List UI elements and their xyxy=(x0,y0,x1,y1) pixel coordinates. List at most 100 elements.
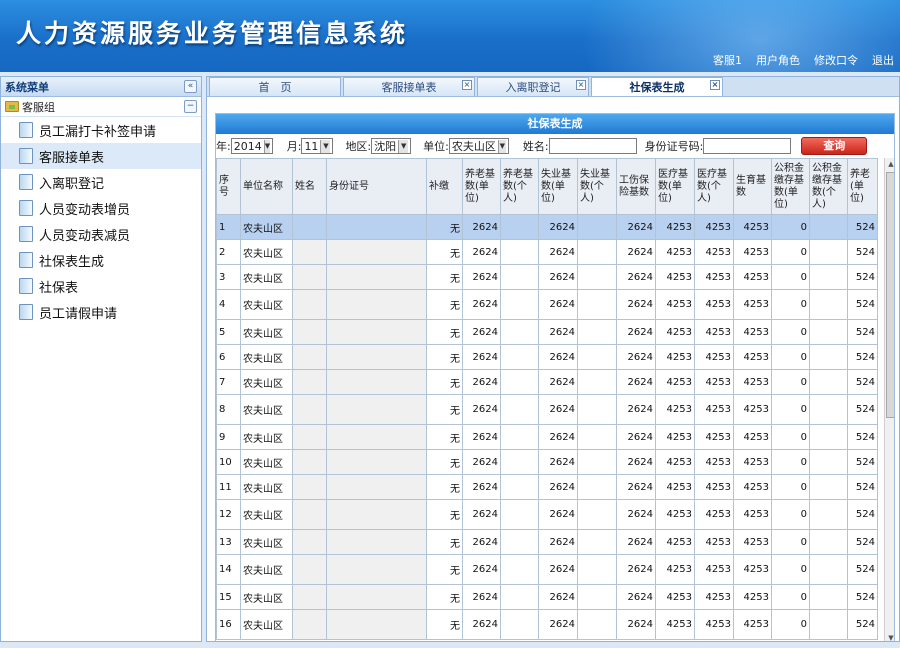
table-row[interactable]: 1 农夫山区无 2624 2624 2624 4253 4253 4253 0 524 xyxy=(216,214,878,240)
logout-link[interactable]: 退出 xyxy=(872,52,894,68)
tab[interactable]: 客服接单表 × xyxy=(343,77,475,96)
table-row[interactable]: 3 农夫山区无 2624 2624 2624 4253 4253 4253 0 524 xyxy=(216,264,878,290)
sidebar-item[interactable]: 社保表生成 xyxy=(1,247,201,273)
table-cell: 2624 xyxy=(616,394,656,425)
column-header: 医疗基数(单位) xyxy=(655,158,695,215)
group-collapse-icon[interactable]: − xyxy=(184,100,197,113)
table-cell: 4253 xyxy=(655,424,695,450)
sidebar-header: 系统菜单 « xyxy=(1,77,201,97)
table-cell xyxy=(500,424,539,450)
table-row[interactable]: 9 农夫山区无 2624 2624 2624 4253 4253 4253 0 524 xyxy=(216,424,878,450)
nav-list: 员工漏打卡补签申请客服接单表 入离职登记 人员变动表增员 人员变动表减员社保表生成社保… xyxy=(1,117,201,325)
sidebar-item[interactable]: 员工漏打卡补签申请 xyxy=(1,117,201,143)
sidebar-item[interactable]: 客服接单表 xyxy=(1,143,201,169)
close-icon[interactable]: × xyxy=(710,80,720,90)
year-select[interactable]: 2014 ▼ xyxy=(230,138,273,154)
region-select[interactable]: 沈阳 ▼ xyxy=(371,138,412,154)
table-cell: 2624 xyxy=(538,584,578,610)
scroll-down-icon[interactable]: ▼ xyxy=(886,632,894,641)
table-cell: 4253 xyxy=(655,554,695,585)
menu-group-label: 客服组 xyxy=(22,100,55,114)
scroll-up-icon[interactable]: ▲ xyxy=(886,158,894,170)
table-cell: 2624 xyxy=(616,584,656,610)
table-cell: 4253 xyxy=(655,584,695,610)
table-row[interactable]: 13 农夫山区无 2624 2624 2624 4253 4253 4253 0 524 xyxy=(216,529,878,555)
tab-label: 入离职登记 xyxy=(505,81,561,94)
table-cell xyxy=(292,214,327,240)
table-cell xyxy=(326,369,427,395)
menu-group-header[interactable]: 客服组 − xyxy=(1,97,201,117)
table-cell xyxy=(292,344,327,370)
table-row[interactable]: 15 农夫山区无 2624 2624 2624 4253 4253 4253 0 524 xyxy=(216,584,878,610)
table-cell: 13 xyxy=(216,529,241,555)
close-icon[interactable]: × xyxy=(576,80,586,90)
month-select[interactable]: 11 ▼ xyxy=(301,138,334,154)
data-grid: 序号 单位名称 姓名 身份证号 补缴 养老基数(单位) 养老基数(个人) 失业基数(单位) 失业… xyxy=(216,158,884,641)
table-cell: 0 xyxy=(771,394,810,425)
close-icon[interactable]: × xyxy=(462,80,472,90)
table-cell: 524 xyxy=(847,474,878,500)
table-cell: 524 xyxy=(847,289,878,320)
table-row[interactable]: 12 农夫山区无 2624 2624 2624 4253 4253 4253 0 524 xyxy=(216,499,878,530)
sidebar-item[interactable]: 社保表 xyxy=(1,273,201,299)
table-cell: 2624 xyxy=(616,369,656,395)
name-input[interactable] xyxy=(548,138,637,154)
sidebar-item[interactable]: 人员变动表增员 xyxy=(1,195,201,221)
tab[interactable]: 入离职登记 × xyxy=(477,77,589,96)
tab[interactable]: 首 页 xyxy=(209,77,341,96)
table-cell: 524 xyxy=(847,424,878,450)
unit-select[interactable]: 农夫山区 ▼ xyxy=(448,138,509,154)
sidebar-collapse-icon[interactable]: « xyxy=(184,80,197,93)
sidebar-item[interactable]: 员工请假申请 xyxy=(1,299,201,325)
sidebar-item-label: 社保表生成 xyxy=(39,254,105,270)
table-row[interactable]: 8 农夫山区无 2624 2624 2624 4253 4253 4253 0 524 xyxy=(216,394,878,425)
user-link[interactable]: 客服1 xyxy=(713,52,742,68)
table-cell: 4253 xyxy=(655,529,695,555)
table-row[interactable]: 14 农夫山区无 2624 2624 2624 4253 4253 4253 0 524 xyxy=(216,554,878,585)
table-cell: 农夫山区 xyxy=(240,529,293,555)
table-cell: 0 xyxy=(771,529,810,555)
column-header: 养老基数(单位) xyxy=(462,158,501,215)
table-row[interactable]: 10 农夫山区无 2624 2624 2624 4253 4253 4253 0 524 xyxy=(216,449,878,475)
tab[interactable]: 社保表生成 × xyxy=(591,77,723,96)
user-role-link[interactable]: 用户角色 xyxy=(756,52,800,68)
table-row[interactable]: 2 农夫山区无 2624 2624 2624 4253 4253 4253 0 524 xyxy=(216,239,878,265)
table-cell xyxy=(809,609,848,640)
table-cell xyxy=(292,369,327,395)
table-row[interactable]: 4 农夫山区无 2624 2624 2624 4253 4253 4253 0 524 xyxy=(216,289,878,320)
table-cell xyxy=(809,499,848,530)
table-cell: 4253 xyxy=(694,584,734,610)
table-cell xyxy=(500,264,539,290)
id-number-input[interactable] xyxy=(703,138,792,154)
table-cell xyxy=(292,554,327,585)
table-cell: 4253 xyxy=(655,609,695,640)
sidebar: 系统菜单 « 客服组 − 员工漏打卡补签申请客服接单表 入离职登记 人员变动表增员人… xyxy=(0,76,202,642)
table-cell xyxy=(577,289,617,320)
table-row[interactable]: 7 农夫山区无 2624 2624 2624 4253 4253 4253 0 524 xyxy=(216,369,878,395)
sidebar-item-label: 员工漏打卡补签申请 xyxy=(39,124,157,140)
search-button[interactable]: 查询 xyxy=(801,137,868,155)
change-password-link[interactable]: 修改口令 xyxy=(814,52,858,68)
column-header: 医疗基数(个人) xyxy=(694,158,734,215)
vertical-scrollbar[interactable]: ▲ ▼ xyxy=(884,158,894,641)
table-row[interactable]: 16 农夫山区无 2624 2624 2624 4253 4253 4253 0 524 xyxy=(216,609,878,640)
sidebar-item[interactable]: 入离职登记 xyxy=(1,169,201,195)
scroll-thumb[interactable] xyxy=(886,172,894,418)
table-row[interactable]: 5 农夫山区无 2624 2624 2624 4253 4253 4253 0 524 xyxy=(216,319,878,345)
table-row[interactable]: 11 农夫山区无 2624 2624 2624 4253 4253 4253 0 524 xyxy=(216,474,878,500)
table-cell: 2624 xyxy=(462,369,501,395)
table-cell xyxy=(809,474,848,500)
table-row[interactable]: 6 农夫山区无 2624 2624 2624 4253 4253 4253 0 524 xyxy=(216,344,878,370)
table-cell xyxy=(326,394,427,425)
unit-select-value: 农夫山区 xyxy=(451,140,496,153)
app-title: 人力资源服务业务管理信息系统 xyxy=(16,19,409,48)
table-cell: 4253 xyxy=(733,609,772,640)
social-insurance-panel: 社保表生成 年: 2014 ▼ 月: 11 ▼ 地区: 沈阳 ▼ 单位: 农夫山… xyxy=(215,113,895,641)
table-cell xyxy=(292,394,327,425)
document-icon xyxy=(19,122,33,138)
table-cell: 2624 xyxy=(462,529,501,555)
table-cell: 无 xyxy=(426,264,463,290)
table-cell xyxy=(577,369,617,395)
table-cell: 农夫山区 xyxy=(240,449,293,475)
sidebar-item[interactable]: 人员变动表减员 xyxy=(1,221,201,247)
